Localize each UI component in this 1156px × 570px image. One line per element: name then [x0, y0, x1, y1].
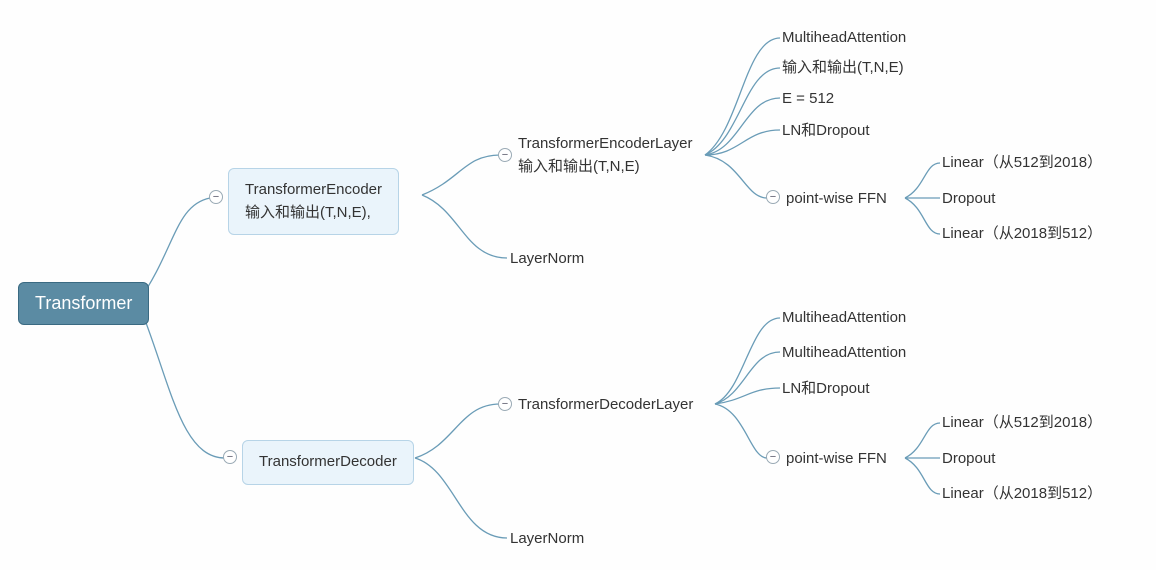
encoder-node[interactable]: TransformerEncoder 输入和输出(T,N,E),	[228, 168, 399, 235]
decoder-node[interactable]: TransformerDecoder	[242, 440, 414, 485]
decoder-layer-label: TransformerDecoderLayer	[518, 396, 693, 413]
enc-ffn-linear1-label: Linear（从512到2018）	[942, 154, 1102, 171]
toggle-enc-ffn[interactable]	[766, 190, 780, 204]
dec-ffn-linear1-node[interactable]: Linear（从512到2018）	[942, 412, 1102, 435]
enc-ffn-dropout-label: Dropout	[942, 190, 995, 207]
enc-ffn-label: point-wise FFN	[786, 190, 887, 207]
enc-mha-node[interactable]: MultiheadAttention	[782, 27, 906, 50]
decoder-label: TransformerDecoder	[259, 453, 397, 470]
decoder-layernorm-node[interactable]: LayerNorm	[510, 528, 584, 551]
dec-ffn-dropout-label: Dropout	[942, 450, 995, 467]
enc-io-label: 输入和输出(T,N,E)	[782, 59, 904, 76]
dec-mha2-node[interactable]: MultiheadAttention	[782, 342, 906, 365]
enc-lndropout-node[interactable]: LN和Dropout	[782, 120, 870, 143]
root-node[interactable]: Transformer	[18, 282, 149, 325]
dec-ffn-dropout-node[interactable]: Dropout	[942, 448, 995, 471]
dec-ffn-linear2-label: Linear（从2018到512）	[942, 485, 1102, 502]
root-label: Transformer	[35, 293, 132, 313]
dec-mha1-label: MultiheadAttention	[782, 309, 906, 326]
encoder-layernorm-label: LayerNorm	[510, 250, 584, 267]
encoder-label-1: TransformerEncoder	[245, 179, 382, 202]
enc-ffn-node[interactable]: point-wise FFN	[786, 188, 887, 211]
dec-lndropout-label: LN和Dropout	[782, 380, 870, 397]
dec-lndropout-node[interactable]: LN和Dropout	[782, 378, 870, 401]
encoder-layer-node[interactable]: TransformerEncoderLayer 输入和输出(T,N,E)	[518, 133, 693, 178]
toggle-encoder[interactable]	[209, 190, 223, 204]
toggle-dec-ffn[interactable]	[766, 450, 780, 464]
enc-ffn-dropout-node[interactable]: Dropout	[942, 188, 995, 211]
decoder-layer-node[interactable]: TransformerDecoderLayer	[518, 394, 693, 417]
enc-ffn-linear2-label: Linear（从2018到512）	[942, 225, 1102, 242]
toggle-decoder[interactable]	[223, 450, 237, 464]
dec-ffn-label: point-wise FFN	[786, 450, 887, 467]
toggle-decoder-layer[interactable]	[498, 397, 512, 411]
enc-lndropout-label: LN和Dropout	[782, 122, 870, 139]
decoder-layernorm-label: LayerNorm	[510, 530, 584, 547]
encoder-label-2: 输入和输出(T,N,E),	[245, 202, 382, 225]
dec-ffn-linear1-label: Linear（从512到2018）	[942, 414, 1102, 431]
encoder-layer-label-1: TransformerEncoderLayer	[518, 133, 693, 156]
dec-ffn-node[interactable]: point-wise FFN	[786, 448, 887, 471]
enc-ffn-linear2-node[interactable]: Linear（从2018到512）	[942, 223, 1102, 246]
dec-mha1-node[interactable]: MultiheadAttention	[782, 307, 906, 330]
dec-ffn-linear2-node[interactable]: Linear（从2018到512）	[942, 483, 1102, 506]
toggle-encoder-layer[interactable]	[498, 148, 512, 162]
enc-e512-node[interactable]: E = 512	[782, 88, 834, 111]
encoder-layer-label-2: 输入和输出(T,N,E)	[518, 156, 693, 179]
enc-mha-label: MultiheadAttention	[782, 29, 906, 46]
encoder-layernorm-node[interactable]: LayerNorm	[510, 248, 584, 271]
enc-ffn-linear1-node[interactable]: Linear（从512到2018）	[942, 152, 1102, 175]
enc-e512-label: E = 512	[782, 90, 834, 107]
dec-mha2-label: MultiheadAttention	[782, 344, 906, 361]
enc-io-node[interactable]: 输入和输出(T,N,E)	[782, 57, 904, 80]
